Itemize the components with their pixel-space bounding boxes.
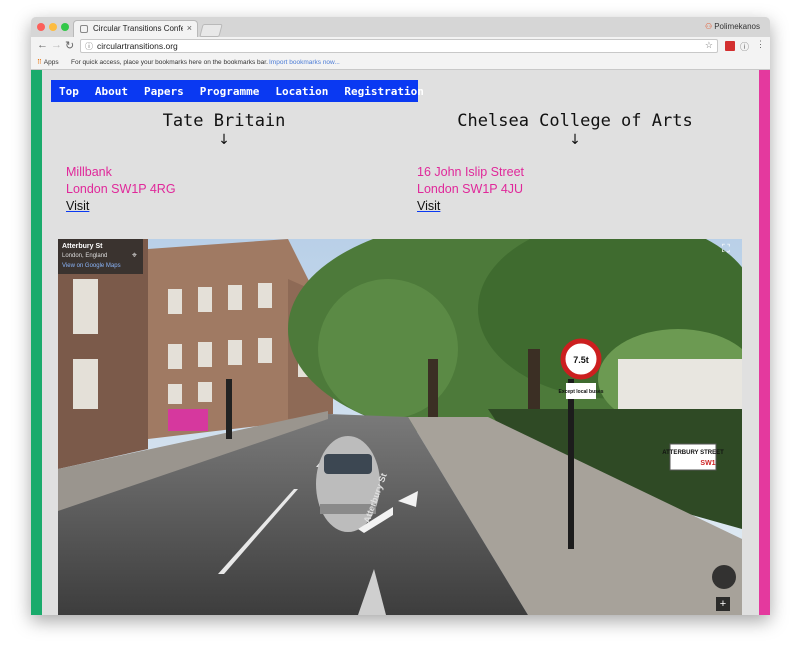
visit-link-chelsea[interactable]: Visit (417, 199, 440, 213)
bookmarks-bar: ⠿ Apps For quick access, place your bookm… (31, 56, 770, 70)
tab-strip: Circular Transitions Conferenc × ⚇Polime… (31, 17, 770, 37)
venue-street-chelsea[interactable]: 16 John Islip Street (417, 165, 524, 179)
venue-title-tate: Tate Britain (162, 111, 286, 131)
page-content: Top About Papers Programme Location Regi… (31, 70, 770, 615)
apps-shortcut[interactable]: ⠿ Apps (37, 58, 59, 66)
street-view-info-card: Atterbury St London, England View on Goo… (58, 239, 143, 274)
right-accent-stripe (759, 70, 770, 615)
profile-button[interactable]: ⚇ Polimekanos (705, 22, 760, 31)
venue-city-chelsea[interactable]: London SW1P 4JU (417, 182, 523, 196)
map-pin-icon[interactable]: ⌖ (132, 250, 137, 261)
tab-title: Circular Transitions Conferenc (93, 24, 183, 33)
apps-grid-icon: ⠿ (37, 59, 42, 66)
view-on-google-maps-link[interactable]: View on Google Maps (62, 263, 121, 269)
page-favicon-icon (80, 25, 88, 33)
tab-close-icon[interactable]: × (187, 23, 192, 33)
down-arrow-icon: ↓ (218, 132, 230, 148)
venue-street-tate[interactable]: Millbank (66, 165, 112, 179)
back-arrow-icon[interactable]: ← (37, 39, 48, 51)
profile-icon: ⚇ (705, 22, 713, 31)
browser-toolbar: ← → ↻ ⓘ circulartransitions.org ☆ ⓘ ⋮ (31, 37, 770, 56)
address-bar[interactable]: ⓘ circulartransitions.org ☆ (80, 39, 718, 53)
left-accent-stripe (31, 70, 42, 615)
import-bookmarks-link[interactable]: Import bookmarks now... (269, 59, 340, 66)
site-info-icon[interactable]: ⓘ (85, 41, 93, 52)
nav-location[interactable]: Location (275, 85, 328, 98)
street-view-panorama[interactable]: ATTERBURY STREET SW1 7.5t Except local b… (58, 239, 742, 615)
street-sign-district: SW1 (700, 460, 715, 467)
site-nav: Top About Papers Programme Location Regi… (51, 80, 424, 102)
address-url: circulartransitions.org (97, 41, 178, 51)
weight-limit-sign: 7.5t (573, 355, 589, 365)
menu-icon[interactable]: ⋮ (756, 39, 765, 50)
apps-label: Apps (43, 59, 59, 66)
close-window-button[interactable] (37, 23, 45, 31)
venue-city-tate[interactable]: London SW1P 4RG (66, 182, 176, 196)
zoom-window-button[interactable] (61, 23, 69, 31)
tab-circular-transitions[interactable]: Circular Transitions Conferenc × (73, 20, 198, 37)
fullscreen-icon[interactable]: ⛶ (722, 243, 734, 255)
street-view-area: London, England (62, 253, 108, 259)
zoom-in-button[interactable]: + (716, 597, 730, 611)
compass-icon[interactable] (712, 565, 736, 589)
except-buses-sign: Except local buses (558, 389, 603, 395)
nav-registration[interactable]: Registration (344, 85, 423, 98)
street-view-image: ATTERBURY STREET SW1 7.5t Except local b… (58, 239, 742, 615)
street-sign-name: ATTERBURY STREET (662, 450, 724, 456)
new-tab-button[interactable] (199, 24, 223, 37)
extension-icon[interactable] (725, 41, 735, 51)
nav-about[interactable]: About (95, 85, 128, 98)
street-view-street: Atterbury St (62, 243, 103, 250)
bookmarks-hint: For quick access, place your bookmarks h… (71, 58, 268, 66)
down-arrow-icon: ↓ (569, 132, 581, 148)
info-extension-icon[interactable]: ⓘ (740, 40, 749, 53)
reload-icon[interactable]: ↻ (65, 39, 74, 52)
nav-programme[interactable]: Programme (200, 85, 260, 98)
bookmark-star-icon[interactable]: ☆ (705, 40, 713, 51)
visit-link-tate[interactable]: Visit (66, 199, 89, 213)
nav-papers[interactable]: Papers (144, 85, 184, 98)
venue-title-chelsea: Chelsea College of Arts (457, 111, 693, 131)
browser-window: Circular Transitions Conferenc × ⚇Polime… (31, 17, 770, 615)
profile-name: Polimekanos (714, 22, 760, 31)
forward-arrow-icon[interactable]: → (51, 39, 62, 51)
nav-top[interactable]: Top (59, 85, 79, 98)
minimize-window-button[interactable] (49, 23, 57, 31)
